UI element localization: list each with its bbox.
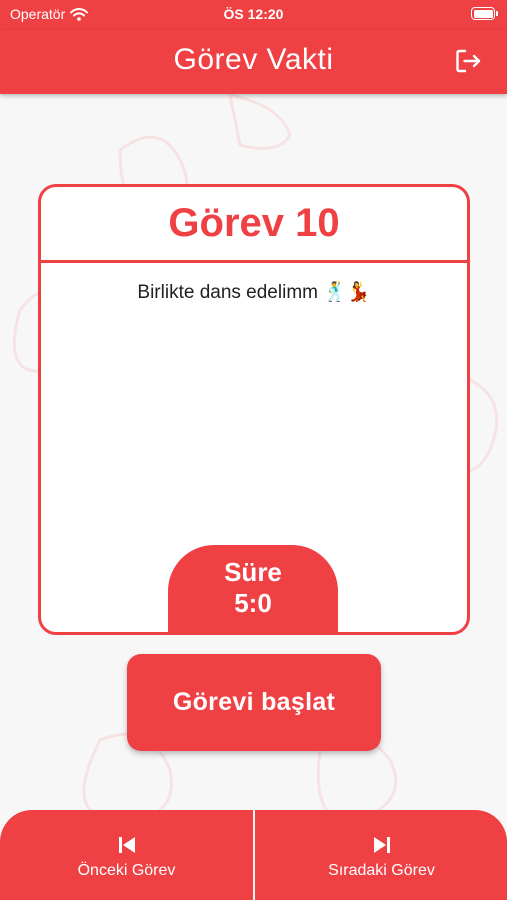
timer-label: Süre	[224, 557, 282, 587]
next-task-label: Sıradaki Görev	[328, 862, 435, 879]
bottom-nav: Önceki Görev Sıradaki Görev	[0, 810, 507, 900]
status-time: ÖS 12:20	[223, 6, 284, 22]
task-description: Birlikte dans edelimm 🕺💃	[137, 282, 371, 303]
start-task-button[interactable]: Görevi başlat	[127, 654, 381, 751]
app-bar: Görev Vakti	[0, 30, 507, 94]
battery-icon	[471, 7, 498, 20]
skip-next-icon	[373, 837, 390, 853]
timer-badge: Süre 5:0	[168, 545, 338, 635]
task-header: Görev 10	[41, 187, 467, 263]
next-task-button[interactable]: Sıradaki Görev	[255, 810, 507, 900]
previous-task-label: Önceki Görev	[77, 862, 176, 879]
status-bar: Operatör ÖS 12:20	[0, 0, 507, 30]
task-title: Görev 10	[168, 201, 340, 245]
page-title: Görev Vakti	[173, 43, 334, 76]
skip-previous-icon	[118, 837, 135, 853]
timer-value: 5:0	[234, 588, 272, 618]
logout-icon[interactable]	[453, 46, 483, 76]
previous-task-button[interactable]: Önceki Görev	[0, 810, 253, 900]
